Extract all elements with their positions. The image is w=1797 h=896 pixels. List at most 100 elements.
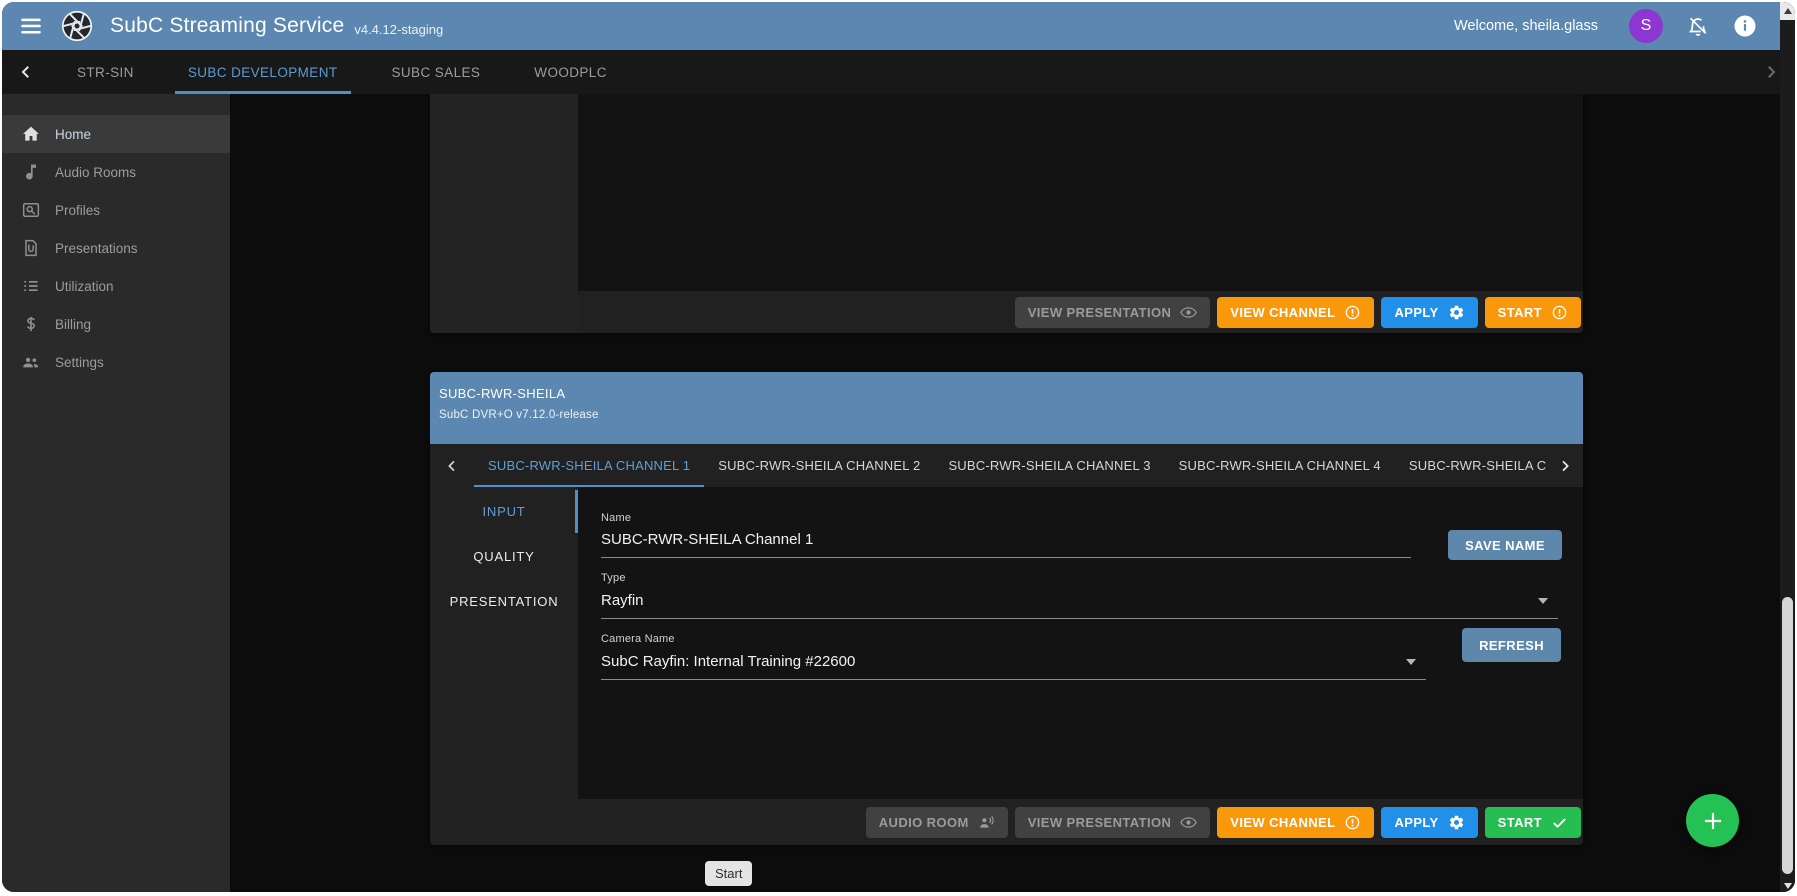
top-card-panel: [578, 94, 1583, 291]
menu-icon[interactable]: [18, 13, 44, 39]
tab-label: WOODPLC: [534, 65, 607, 80]
chevron-down-icon: [1406, 659, 1416, 665]
image-search-icon: [21, 200, 41, 220]
app-window: SubC Streaming Service v4.4.12-staging W…: [2, 2, 1795, 892]
sidebar-item-label: Audio Rooms: [55, 165, 136, 180]
welcome-text: Welcome, sheila.glass: [1454, 18, 1598, 34]
dvr-card-body: INPUT QUALITY PRESENTATION Name SAVE NAM…: [430, 487, 1583, 799]
tab-presentation[interactable]: PRESENTATION: [430, 579, 578, 624]
voice-over-icon: [978, 814, 995, 831]
scrollbar-up-button[interactable]: [1780, 2, 1795, 20]
sidebar-item-label: Profiles: [55, 203, 100, 218]
apply-button[interactable]: APPLY: [1381, 807, 1477, 838]
channel-tab-label: SUBC-RWR-SHEILA CHANNEL 3: [948, 458, 1150, 473]
sidebar-item-label: Billing: [55, 317, 91, 332]
tab-str-sin[interactable]: STR-SIN: [50, 50, 161, 94]
input-form-panel: Name SAVE NAME Type Rayfin Camera Name: [578, 487, 1583, 799]
section-tab-label: PRESENTATION: [450, 594, 559, 609]
tab-label: SUBC DEVELOPMENT: [188, 65, 338, 80]
eye-icon: [1180, 304, 1197, 321]
main-content: VIEW PRESENTATION VIEW CHANNEL: [230, 94, 1795, 892]
sidebar-item-settings[interactable]: Settings: [2, 343, 230, 381]
section-tabs: INPUT QUALITY PRESENTATION: [430, 487, 578, 799]
sidebar-item-label: Settings: [55, 355, 104, 370]
apply-button[interactable]: APPLY: [1381, 297, 1477, 328]
tab-label: SUBC SALES: [392, 65, 481, 80]
button-label: VIEW CHANNEL: [1230, 305, 1335, 320]
view-channel-button[interactable]: VIEW CHANNEL: [1217, 807, 1374, 838]
button-label: VIEW PRESENTATION: [1028, 815, 1172, 830]
header-right: Welcome, sheila.glass S: [1454, 9, 1757, 43]
sidebar-item-audio-rooms[interactable]: Audio Rooms: [2, 153, 230, 191]
channel-tab-5[interactable]: SUBC-RWR-SHEILA CHANNEL 5: [1395, 444, 1547, 487]
view-channel-button[interactable]: VIEW CHANNEL: [1217, 297, 1374, 328]
arrow-down-icon: [1784, 883, 1792, 889]
app-title: SubC Streaming Service: [110, 14, 344, 38]
top-card-actions: VIEW PRESENTATION VIEW CHANNEL: [578, 291, 1583, 333]
top-stream-card: VIEW PRESENTATION VIEW CHANNEL: [430, 94, 1583, 333]
button-label: SAVE NAME: [1465, 538, 1545, 553]
channel-name-input[interactable]: [601, 531, 1411, 558]
refresh-button[interactable]: REFRESH: [1462, 628, 1561, 662]
section-tab-label: INPUT: [483, 504, 526, 519]
tab-woodplc[interactable]: WOODPLC: [507, 50, 634, 94]
vertical-scrollbar[interactable]: [1780, 2, 1795, 892]
subc-aperture-logo-icon: [60, 9, 94, 43]
button-label: REFRESH: [1479, 638, 1544, 653]
channel-tab-label: SUBC-RWR-SHEILA CHANNEL 4: [1179, 458, 1381, 473]
app-header: SubC Streaming Service v4.4.12-staging W…: [2, 2, 1795, 50]
view-presentation-button[interactable]: VIEW PRESENTATION: [1015, 297, 1211, 328]
channel-tabs-back-chevron-icon[interactable]: [430, 444, 474, 487]
eye-icon: [1180, 814, 1197, 831]
sidebar-item-utilization[interactable]: Utilization: [2, 267, 230, 305]
channel-tab-1[interactable]: SUBC-RWR-SHEILA CHANNEL 1: [474, 444, 704, 487]
channel-tabs-forward-chevron-icon[interactable]: [1547, 444, 1583, 487]
view-presentation-button[interactable]: VIEW PRESENTATION: [1015, 807, 1211, 838]
sidebar-item-label: Presentations: [55, 241, 138, 256]
sidebar-item-billing[interactable]: Billing: [2, 305, 230, 343]
gear-icon: [1448, 814, 1465, 831]
top-card-tab-column: [430, 94, 578, 333]
dvr-card-actions: AUDIO ROOM VIEW PRESENTATION: [430, 799, 1583, 845]
info-icon[interactable]: [1733, 14, 1757, 38]
start-button[interactable]: START: [1485, 807, 1581, 838]
top-card-content: VIEW PRESENTATION VIEW CHANNEL: [578, 94, 1583, 333]
music-note-icon: [21, 162, 41, 182]
sidebar-item-presentations[interactable]: Presentations: [2, 229, 230, 267]
channel-tabs: SUBC-RWR-SHEILA CHANNEL 1 SUBC-RWR-SHEIL…: [430, 444, 1583, 487]
avatar[interactable]: S: [1629, 9, 1663, 43]
scrollbar-down-button[interactable]: [1780, 883, 1795, 889]
start-tooltip: Start: [705, 861, 752, 886]
scrollbar-thumb[interactable]: [1782, 597, 1793, 874]
people-icon: [21, 352, 41, 372]
alert-circle-icon: [1344, 814, 1361, 831]
sidebar-item-home[interactable]: Home: [2, 115, 230, 153]
audio-room-button[interactable]: AUDIO ROOM: [866, 807, 1008, 838]
channel-tab-3[interactable]: SUBC-RWR-SHEILA CHANNEL 3: [934, 444, 1164, 487]
tab-input[interactable]: INPUT: [430, 489, 578, 534]
tab-subc-development[interactable]: SUBC DEVELOPMENT: [161, 50, 365, 94]
notifications-off-icon[interactable]: [1686, 14, 1710, 38]
check-icon: [1551, 814, 1568, 831]
camera-name-select[interactable]: SubC Rayfin: Internal Training #22600: [601, 652, 1426, 680]
tabs-back-chevron-icon[interactable]: [2, 50, 50, 94]
channel-tab-4[interactable]: SUBC-RWR-SHEILA CHANNEL 4: [1165, 444, 1395, 487]
save-name-button[interactable]: SAVE NAME: [1448, 530, 1562, 560]
channel-tab-2[interactable]: SUBC-RWR-SHEILA CHANNEL 2: [704, 444, 934, 487]
tab-subc-sales[interactable]: SUBC SALES: [365, 50, 508, 94]
channel-tab-label: SUBC-RWR-SHEILA CHANNEL 2: [718, 458, 920, 473]
start-button[interactable]: START: [1485, 297, 1581, 328]
tab-quality[interactable]: QUALITY: [430, 534, 578, 579]
camera-name-value: SubC Rayfin: Internal Training #22600: [601, 653, 855, 670]
button-label: START: [1498, 305, 1542, 320]
type-select[interactable]: Rayfin: [601, 591, 1558, 619]
sidebar-item-profiles[interactable]: Profiles: [2, 191, 230, 229]
name-label: Name: [601, 512, 1583, 524]
gear-icon: [1448, 304, 1465, 321]
type-label: Type: [601, 572, 1583, 584]
add-stream-fab[interactable]: [1686, 794, 1739, 847]
button-label: APPLY: [1394, 815, 1438, 830]
button-label: START: [1498, 815, 1542, 830]
sidebar-item-label: Home: [55, 127, 91, 142]
home-icon: [21, 124, 41, 144]
